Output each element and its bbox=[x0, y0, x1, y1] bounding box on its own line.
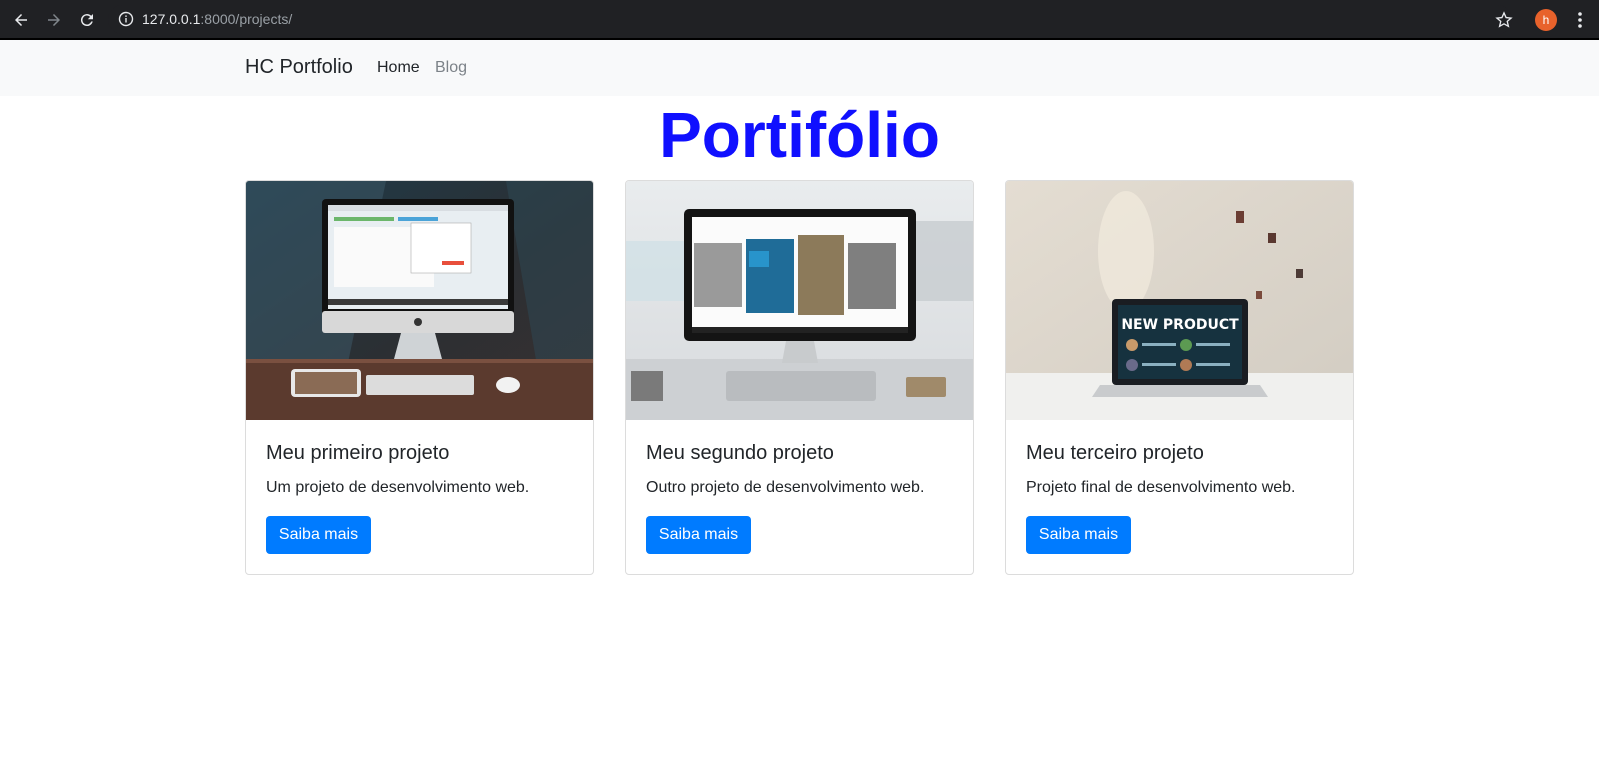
profile-avatar[interactable]: h bbox=[1535, 9, 1557, 31]
project-description: Outro projeto de desenvolvimento web. bbox=[646, 479, 925, 496]
star-icon[interactable] bbox=[1494, 10, 1514, 30]
address-bar[interactable]: 127.0.0.1:8000/projects/ bbox=[108, 5, 1512, 34]
project-title: Meu terceiro projeto bbox=[1026, 442, 1204, 464]
learn-more-button[interactable]: Saiba mais bbox=[266, 516, 371, 554]
project-title: Meu segundo projeto bbox=[646, 442, 834, 464]
nav-link-home[interactable]: Home bbox=[377, 59, 420, 77]
project-card: Meu segundo projeto Outro projeto de des… bbox=[625, 180, 974, 575]
project-card: Meu primeiro projeto Um projeto de desen… bbox=[245, 180, 594, 575]
kebab-menu-icon[interactable] bbox=[1572, 10, 1588, 30]
url-path: :8000/projects/ bbox=[200, 11, 293, 27]
browser-toolbar: 127.0.0.1:8000/projects/ h bbox=[0, 0, 1599, 40]
forward-icon[interactable] bbox=[42, 8, 66, 32]
url-text: 127.0.0.1:8000/projects/ bbox=[142, 11, 292, 27]
url-host: 127.0.0.1 bbox=[142, 11, 201, 27]
navbar-brand[interactable]: HC Portfolio bbox=[245, 56, 353, 79]
project-description: Projeto final de desenvolvimento web. bbox=[1026, 479, 1296, 496]
site-navbar: HC Portfolio Home Blog bbox=[0, 40, 1599, 96]
project-card: NEW PRODUCT Meu terceiro projeto Projeto… bbox=[1005, 180, 1354, 575]
new-product-slide-text: NEW PRODUCT bbox=[1121, 317, 1239, 333]
learn-more-button[interactable]: Saiba mais bbox=[646, 516, 751, 554]
nav-link-blog[interactable]: Blog bbox=[435, 59, 467, 77]
page-title: Portifólio bbox=[659, 99, 940, 171]
back-icon[interactable] bbox=[9, 8, 33, 32]
project-image-laptop-new-product: NEW PRODUCT bbox=[1006, 181, 1353, 420]
project-image-monitor-gallery bbox=[626, 181, 973, 420]
project-image-imac-desk bbox=[246, 181, 593, 420]
project-title: Meu primeiro projeto bbox=[266, 442, 450, 464]
reload-icon[interactable] bbox=[75, 8, 99, 32]
project-description: Um projeto de desenvolvimento web. bbox=[266, 479, 530, 496]
info-icon[interactable] bbox=[118, 11, 134, 27]
learn-more-button[interactable]: Saiba mais bbox=[1026, 516, 1131, 554]
